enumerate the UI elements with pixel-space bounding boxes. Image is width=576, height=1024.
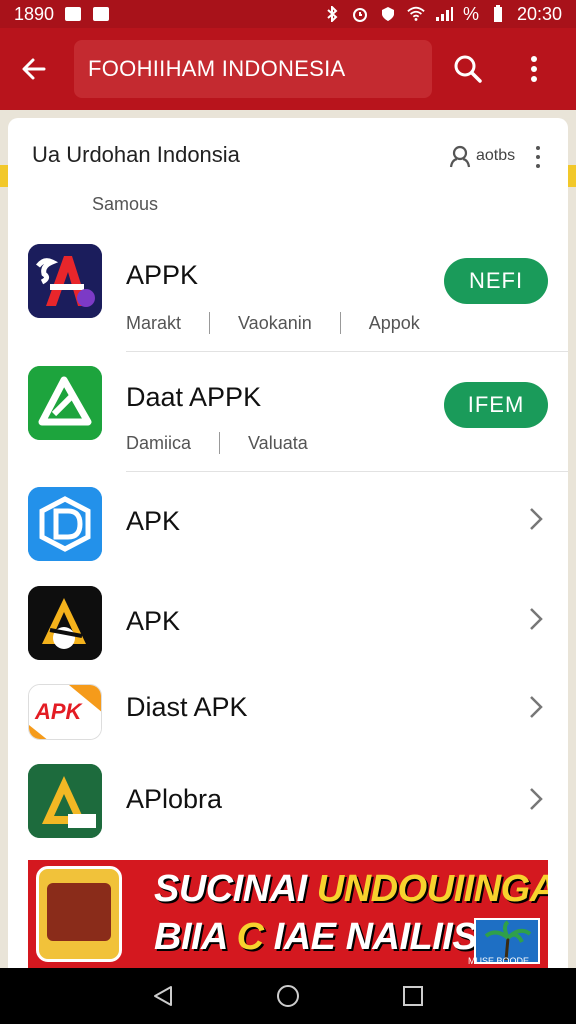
- app-icon-blue-d: [28, 487, 102, 561]
- battery-percent: %: [462, 3, 479, 24]
- chevron-right-icon[interactable]: [526, 504, 546, 534]
- signal-icon: [435, 6, 453, 22]
- app-meta-item: Damiica: [126, 432, 192, 453]
- promo-banner[interactable]: SUCINAI UNDOUIINGAN BIIA C IAE NAILIIS M…: [28, 860, 548, 968]
- app-icon-black-a: [28, 586, 102, 660]
- list-divider: [126, 471, 568, 472]
- back-button[interactable]: [12, 47, 56, 91]
- chevron-right-icon[interactable]: [526, 784, 546, 814]
- app-row[interactable]: APPK Marakt Vaokanin Appok NEFI: [8, 238, 568, 358]
- alarm-icon: [351, 6, 369, 22]
- app-title: APK: [126, 506, 181, 536]
- nav-recents-button[interactable]: [393, 976, 433, 1016]
- app-row[interactable]: APK: [8, 580, 568, 680]
- app-meta: Marakt Vaokanin Appok: [126, 312, 420, 334]
- banner-headline-1: SUCINAI UNDOUIINGAN: [154, 868, 548, 910]
- account-label: aotbs: [476, 147, 516, 164]
- install-button[interactable]: NEFI: [444, 258, 548, 304]
- meta-divider: [219, 432, 221, 454]
- search-icon: [454, 55, 482, 83]
- app-icon-a-red: [28, 244, 102, 318]
- app-title: Daat APPK: [126, 382, 262, 412]
- battery-icon: [489, 5, 507, 22]
- card-more-button[interactable]: [530, 146, 546, 168]
- account-icon: [449, 145, 471, 168]
- banner-logo-caption: MUSE BOODE: [468, 956, 530, 966]
- app-icon-green-yellow-a: [28, 764, 102, 838]
- meta-divider: [209, 312, 211, 334]
- nav-home-button[interactable]: [268, 976, 308, 1016]
- search-button[interactable]: [446, 47, 490, 91]
- nav-recents-icon: [403, 986, 424, 1006]
- nav-home-icon: [276, 985, 299, 1007]
- list-divider: [126, 351, 568, 352]
- app-row[interactable]: APK Diast APK: [8, 680, 568, 760]
- app-row[interactable]: APlobra: [8, 760, 568, 850]
- gallery-notification-icon: [64, 6, 82, 22]
- toolbar: FOOHIIHAM INDONESIA: [0, 28, 576, 110]
- app-meta-item: Marakt: [126, 312, 182, 333]
- search-input[interactable]: FOOHIIHAM INDONESIA: [74, 40, 432, 98]
- card-title: Ua Urdohan Indonsia: [32, 142, 240, 167]
- app-title: APK: [126, 606, 181, 636]
- nav-back-button[interactable]: [143, 976, 183, 1016]
- more-vert-icon: [531, 56, 537, 82]
- app-row[interactable]: APK: [8, 480, 568, 580]
- app-notification-icon: [92, 6, 110, 22]
- app-meta-item: Appok: [368, 312, 420, 333]
- app-icon-apk-badge: APK: [28, 684, 102, 740]
- meta-divider: [339, 312, 341, 334]
- bluetooth-icon: [323, 6, 341, 22]
- banner-game-image: [36, 866, 122, 962]
- apk-badge-text: APK: [35, 699, 82, 724]
- app-meta-item: Valuata: [248, 432, 308, 453]
- chevron-right-icon[interactable]: [526, 692, 546, 722]
- app-row[interactable]: Daat APPK Damiica Valuata IFEM: [8, 360, 568, 474]
- section-label: Samous: [92, 194, 159, 214]
- shield-icon: [379, 6, 397, 22]
- back-arrow-icon: [22, 58, 46, 80]
- status-time-right: 20:30: [516, 3, 562, 24]
- results-card: Ua Urdohan Indonsia aotbs Samous APPK Ma…: [8, 118, 568, 968]
- wifi-icon: [407, 6, 425, 22]
- install-button[interactable]: IFEM: [444, 382, 548, 428]
- app-title: APPK: [126, 260, 199, 290]
- app-meta: Damiica Valuata: [126, 432, 308, 454]
- app-title: APlobra: [126, 784, 223, 814]
- app-title: Diast APK: [126, 692, 248, 722]
- app-icon-green-a: [28, 366, 102, 440]
- chevron-right-icon[interactable]: [526, 604, 546, 634]
- status-bar: 1890 % 20:30: [0, 0, 576, 28]
- nav-back-icon: [153, 986, 172, 1006]
- overflow-menu-button[interactable]: [512, 47, 556, 91]
- account-chip[interactable]: aotbs: [448, 144, 515, 168]
- status-time-left: 1890: [14, 3, 55, 24]
- system-nav-bar: [0, 968, 576, 1024]
- app-meta-item: Vaokanin: [238, 312, 312, 333]
- banner-headline-2: BIIA C IAE NAILIIS: [154, 916, 478, 958]
